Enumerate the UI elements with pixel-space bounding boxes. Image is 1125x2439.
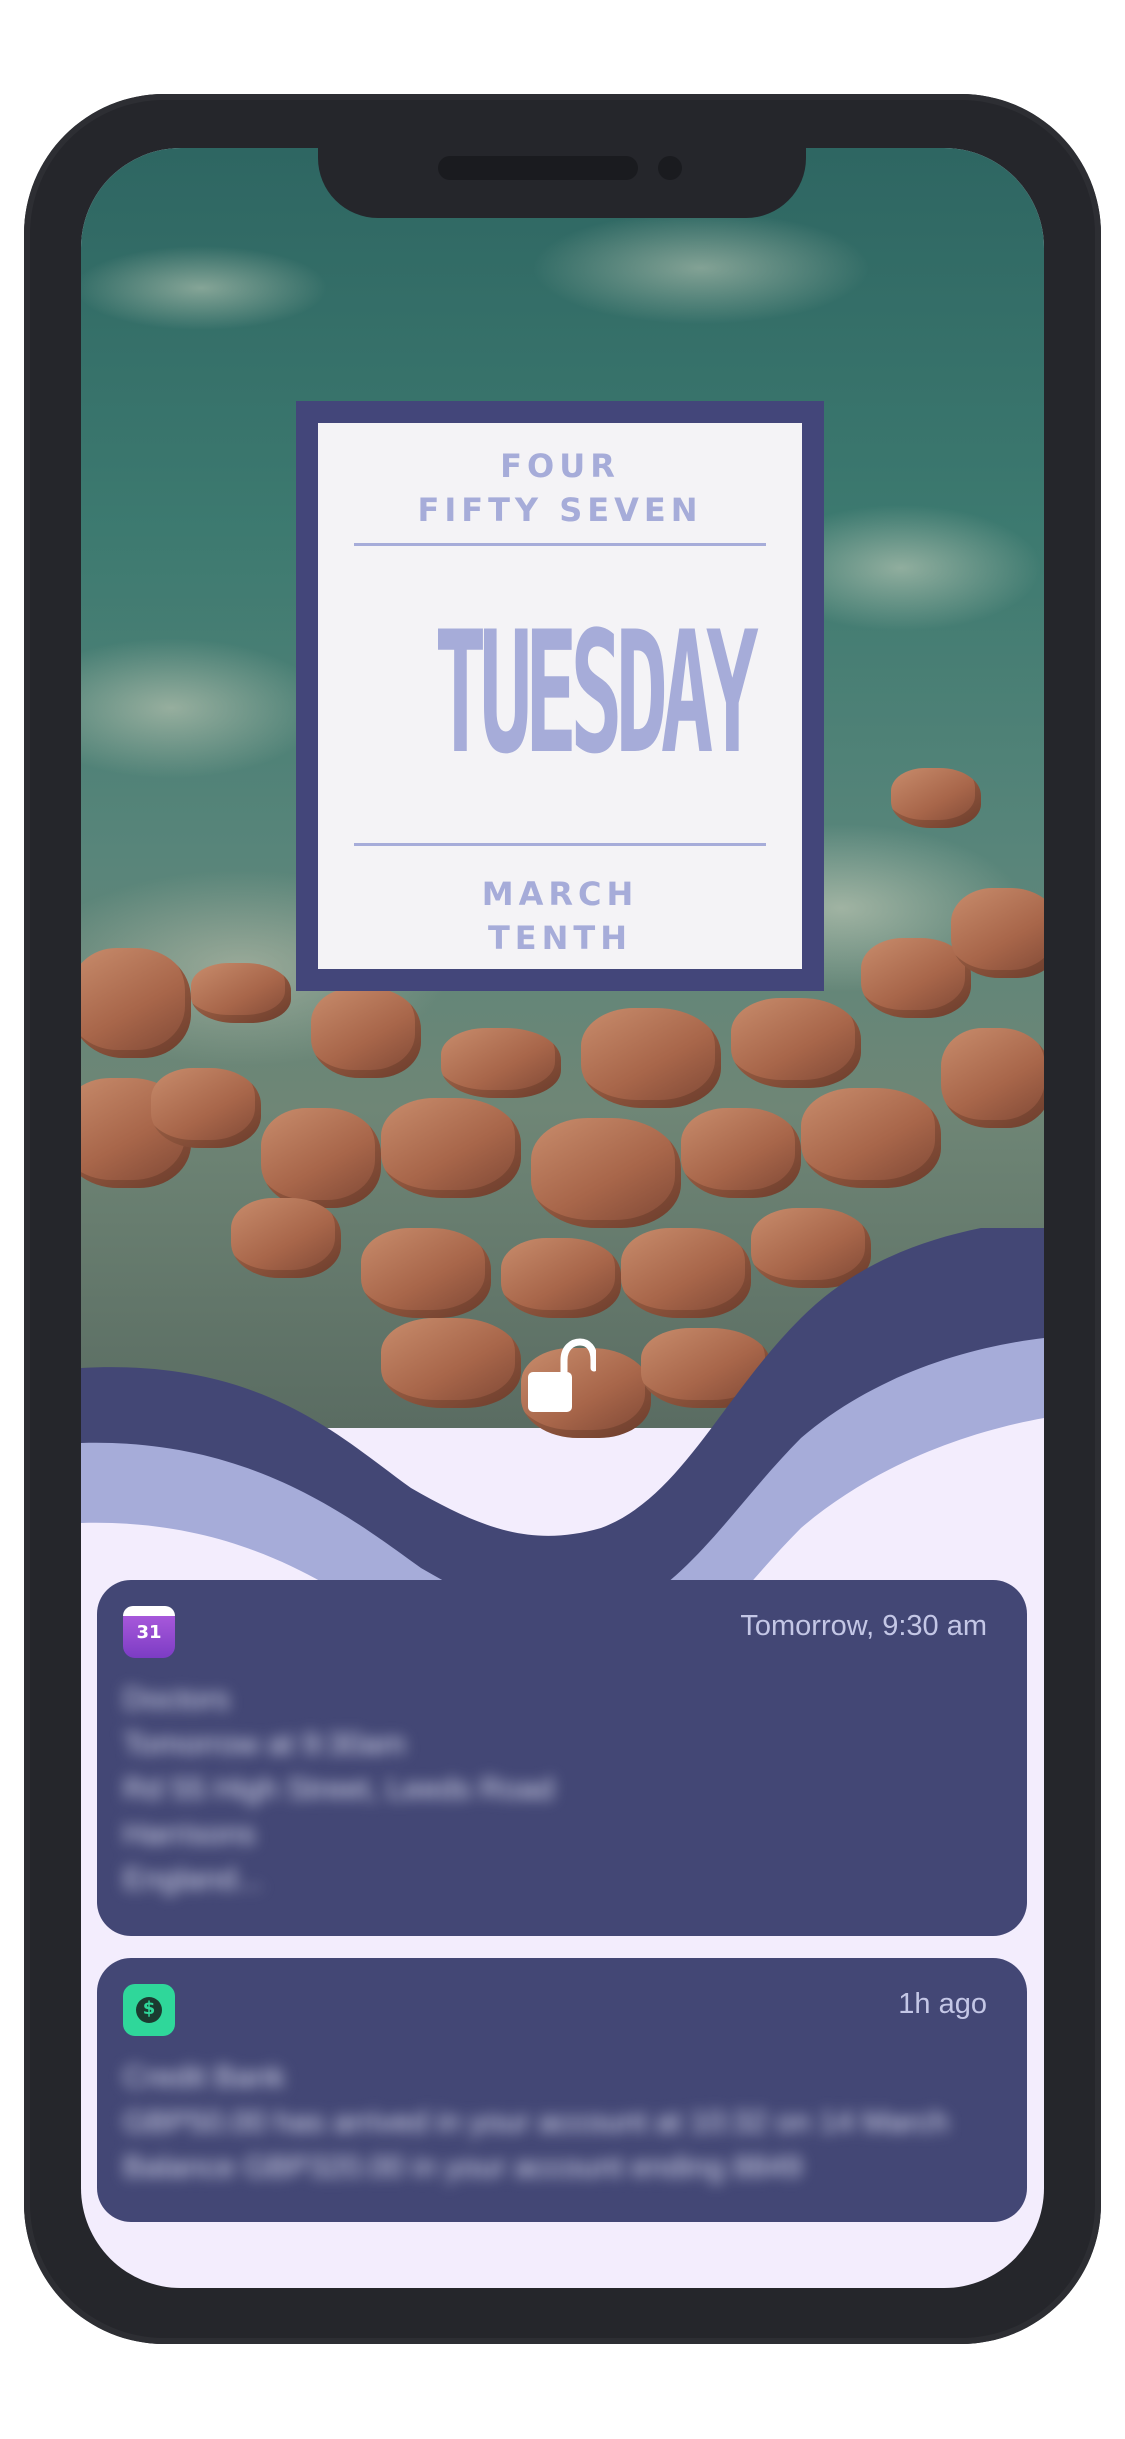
rock [581, 1008, 721, 1108]
notification-time: 1h ago [898, 1988, 987, 2020]
notification-line: Balance GBP320.00 in your account ending… [123, 2149, 803, 2184]
rock [311, 988, 421, 1078]
notification-bank[interactable]: $ 1h ago Credit Bank GBP50.00 has arrive… [97, 1958, 1027, 2222]
day-of-week: TUESDAY [434, 595, 758, 791]
calendar-icon-label: 31 [136, 1622, 162, 1643]
rock [381, 1098, 521, 1198]
divider [354, 843, 766, 846]
calendar-icon-top [123, 1606, 175, 1616]
notification-line: Rd 55 High Street, Leeds Road [123, 1771, 554, 1806]
rock [531, 1118, 681, 1228]
date-month: MARCH [481, 875, 639, 913]
time-minute: FIFTY SEVEN [417, 491, 703, 529]
rock [441, 1028, 561, 1098]
calendar-icon: 31 [123, 1606, 175, 1658]
notification-line: Tomorrow at 9:30am [123, 1726, 406, 1761]
notification-body: Credit Bank GBP50.00 has arrived in your… [123, 2054, 987, 2189]
date-day: TENTH [487, 919, 633, 957]
notch [318, 140, 806, 218]
notification-line: Credit Bank [123, 2059, 285, 2094]
rock [941, 1028, 1044, 1128]
rock [191, 963, 291, 1023]
notification-time: Tomorrow, 9:30 am [740, 1610, 987, 1642]
clock-widget-inner: FOUR FIFTY SEVEN TUESDAY MARCH TENTH [318, 423, 802, 969]
time-hour: FOUR [500, 447, 620, 485]
clock-widget: FOUR FIFTY SEVEN TUESDAY MARCH TENTH [296, 401, 824, 991]
notification-line: England... [123, 1861, 263, 1896]
notification-line: Harrisons [123, 1816, 256, 1851]
front-camera [658, 156, 682, 180]
rock [891, 768, 981, 828]
rock [261, 1108, 381, 1208]
lock-screen: FOUR FIFTY SEVEN TUESDAY MARCH TENTH 31 … [81, 148, 1044, 2288]
cash-app-icon-label: $ [142, 1998, 156, 2019]
rock [681, 1108, 801, 1198]
notification-body: Doctors Tomorrow at 9:30am Rd 55 High St… [123, 1676, 987, 1901]
rock [151, 1068, 261, 1148]
rock [731, 998, 861, 1088]
rock [951, 888, 1044, 978]
notification-line: GBP50.00 has arrived in your account at … [123, 2104, 949, 2139]
rock [801, 1088, 941, 1188]
cash-app-icon: $ [123, 1984, 175, 2036]
unlock-icon[interactable] [526, 1338, 596, 1418]
rock [81, 948, 191, 1058]
notification-calendar[interactable]: 31 Tomorrow, 9:30 am Doctors Tomorrow at… [97, 1580, 1027, 1936]
speaker-grille [438, 156, 638, 180]
notification-line: Doctors [123, 1681, 230, 1716]
divider [354, 543, 766, 546]
